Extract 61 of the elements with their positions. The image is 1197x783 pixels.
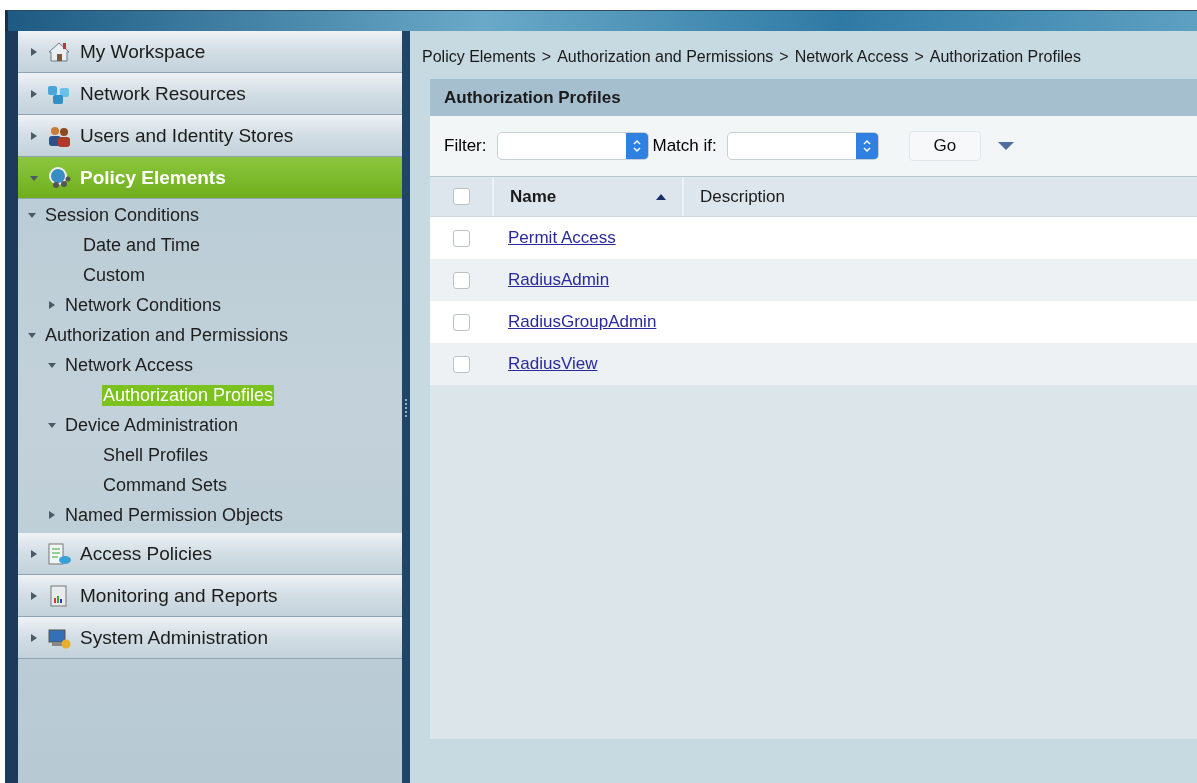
expand-arrow-icon[interactable] <box>30 89 38 98</box>
column-title: Description <box>700 186 786 207</box>
match-label: Match if: <box>652 136 717 156</box>
tree-item[interactable]: Date and Time <box>82 234 202 256</box>
tree-item[interactable]: Custom <box>82 264 146 286</box>
collapse-arrow-icon[interactable] <box>28 211 36 219</box>
tree-item[interactable]: Session Conditions <box>44 204 201 226</box>
profile-link[interactable]: RadiusAdmin <box>508 270 610 290</box>
tree-item[interactable]: Shell Profiles <box>102 444 210 466</box>
breadcrumb-link[interactable]: Authorization and Permissions <box>557 48 774 66</box>
column-header[interactable]: Description <box>684 177 786 216</box>
stepper-arrows-icon <box>861 139 872 153</box>
tree-item[interactable]: Device Administration <box>64 414 240 436</box>
breadcrumb-link[interactable]: Network Access <box>794 48 909 66</box>
profile-link[interactable]: Permit Access <box>508 228 616 248</box>
gears-icon <box>46 165 72 190</box>
match-dropdown[interactable] <box>726 132 879 160</box>
nav-item[interactable]: Access Policies <box>18 533 402 575</box>
expand-arrow-icon[interactable] <box>30 131 38 140</box>
expand-arrow-icon[interactable] <box>30 633 38 642</box>
row-checkbox[interactable] <box>452 271 470 289</box>
profile-link[interactable]: RadiusGroupAdmin <box>508 312 657 332</box>
go-button[interactable]: Go <box>908 131 981 161</box>
breadcrumb-separator: > <box>779 48 789 66</box>
breadcrumb-link[interactable]: Policy Elements <box>422 48 536 66</box>
nav-item[interactable]: System Administration <box>18 617 402 659</box>
checklist-icon <box>46 541 72 566</box>
column-title: Name <box>510 186 557 207</box>
breadcrumb-separator: > <box>914 48 924 66</box>
collapse-arrow-icon[interactable] <box>28 331 36 339</box>
row-checkbox[interactable] <box>452 313 470 331</box>
expand-arrow-icon[interactable] <box>48 301 56 309</box>
profile-link[interactable]: RadiusView <box>508 354 598 374</box>
tree-item[interactable]: Named Permission Objects <box>64 504 285 526</box>
expand-arrow-icon[interactable] <box>48 511 56 519</box>
stepper-arrows-icon <box>631 139 642 153</box>
tree-item[interactable]: Command Sets <box>102 474 229 496</box>
sort-ascending-icon[interactable] <box>656 193 666 200</box>
splitter-handle[interactable] <box>402 31 410 783</box>
tree-item[interactable]: Network Conditions <box>64 294 223 316</box>
tree-item[interactable]: Authorization and Permissions <box>44 324 290 346</box>
collapse-arrow-icon[interactable] <box>48 421 56 429</box>
nav-item[interactable]: Network Resources <box>18 73 402 115</box>
select-all-checkbox[interactable] <box>452 188 470 205</box>
filter-label: Filter: <box>444 136 487 156</box>
collapse-arrow-icon[interactable] <box>48 361 56 369</box>
expand-arrow-icon[interactable] <box>30 549 38 558</box>
row-checkbox[interactable] <box>452 229 470 247</box>
collapse-arrow-icon[interactable] <box>30 173 38 182</box>
breadcrumb-separator: > <box>541 48 552 66</box>
panel-header: Authorization Profiles <box>430 79 1197 116</box>
tree-item[interactable]: Network Access <box>64 354 195 376</box>
filter-dropdown[interactable] <box>496 132 649 160</box>
nav-item[interactable]: My Workspace <box>18 31 402 73</box>
nav-item[interactable]: Monitoring and Reports <box>18 575 402 617</box>
dropdown-arrow-icon[interactable] <box>996 141 1015 151</box>
expand-arrow-icon[interactable] <box>30 47 38 56</box>
expand-arrow-icon[interactable] <box>30 591 38 600</box>
row-checkbox[interactable] <box>452 355 470 373</box>
nav-item[interactable]: Users and Identity Stores <box>18 115 402 157</box>
breadcrumb-link[interactable]: Authorization Profiles <box>929 48 1081 66</box>
